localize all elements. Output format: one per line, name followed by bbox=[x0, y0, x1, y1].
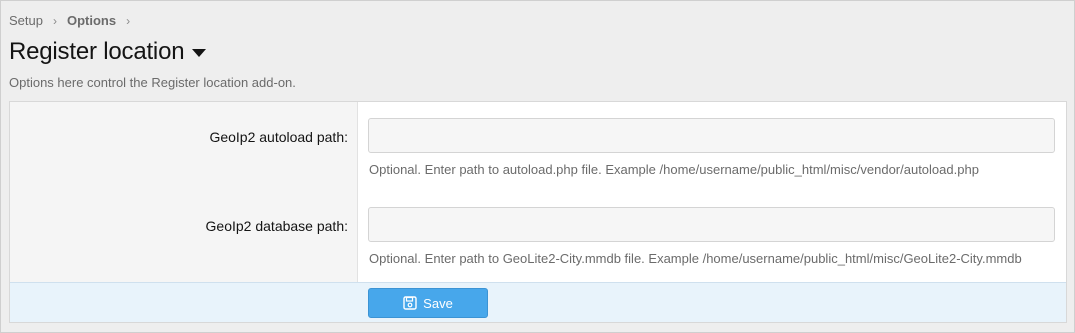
geoip2-autoload-path-input[interactable] bbox=[368, 118, 1055, 153]
app-frame: Setup › Options › Register location Opti… bbox=[0, 0, 1075, 333]
breadcrumb: Setup › Options › bbox=[9, 13, 140, 28]
options-form: GeoIp2 autoload path: Optional. Enter pa… bbox=[9, 101, 1067, 323]
caret-down-icon[interactable] bbox=[192, 49, 207, 57]
form-submit-row: Save bbox=[10, 282, 1066, 322]
geoip2-database-path-label: GeoIp2 database path: bbox=[205, 218, 348, 234]
save-button-label: Save bbox=[423, 295, 453, 311]
breadcrumb-item-options[interactable]: Options bbox=[67, 13, 116, 28]
geoip2-autoload-path-label: GeoIp2 autoload path: bbox=[209, 129, 348, 145]
geoip2-database-path-input[interactable] bbox=[368, 207, 1055, 242]
page-description: Options here control the Register locati… bbox=[9, 75, 296, 90]
page-title: Register location bbox=[9, 38, 185, 65]
breadcrumb-separator-icon: › bbox=[52, 13, 57, 28]
breadcrumb-item-setup[interactable]: Setup bbox=[9, 13, 43, 28]
page-title-row[interactable]: Register location bbox=[9, 38, 207, 66]
geoip2-database-path-explain: Optional. Enter path to GeoLite2-City.mm… bbox=[369, 251, 1022, 266]
geoip2-autoload-path-explain: Optional. Enter path to autoload.php fil… bbox=[369, 162, 979, 177]
save-button[interactable]: Save bbox=[368, 288, 488, 318]
breadcrumb-separator-icon: › bbox=[126, 13, 131, 28]
save-icon bbox=[403, 296, 417, 310]
